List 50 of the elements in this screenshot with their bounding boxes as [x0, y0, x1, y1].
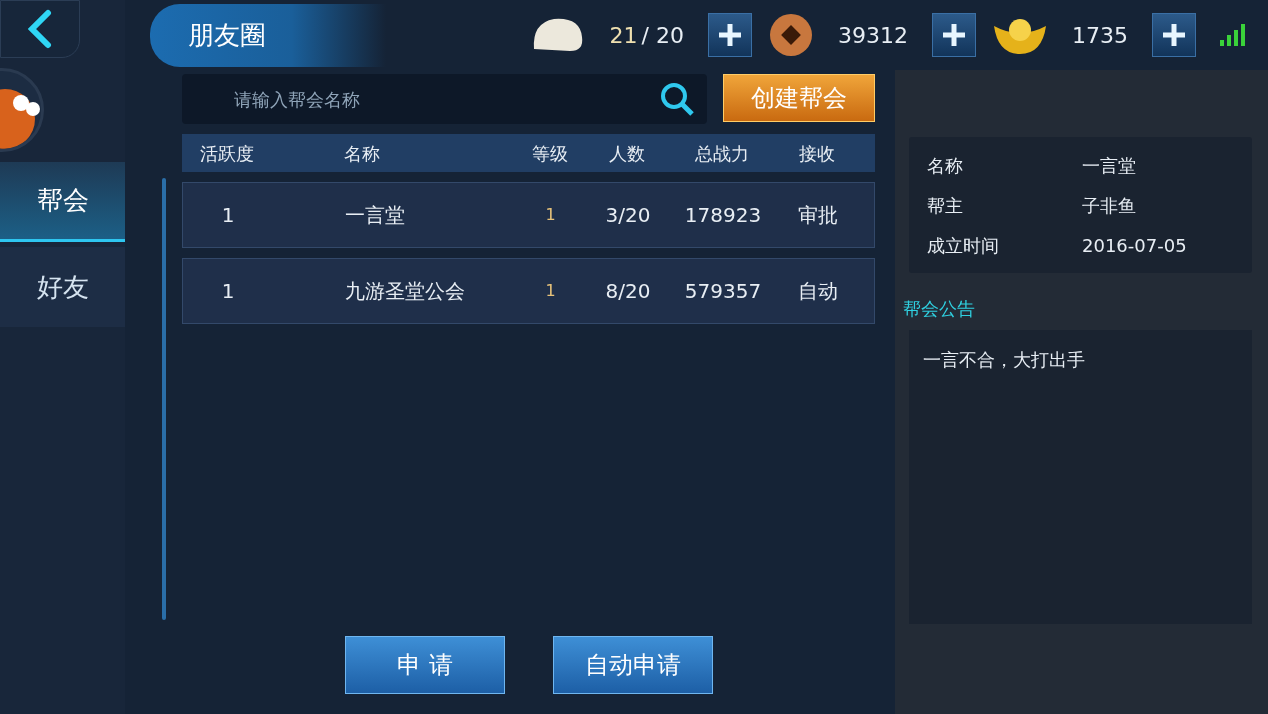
- resource-value: 21: [609, 21, 638, 50]
- coin-icon: [768, 12, 814, 58]
- field-label: 成立时间: [927, 233, 1000, 258]
- field-value: 2016-07-05: [1082, 233, 1187, 258]
- notice-title: 帮会公告: [903, 297, 976, 321]
- guild-row[interactable]: 1 一言堂 1 3/20 178923 审批: [182, 182, 875, 248]
- column-header: 等级: [530, 141, 569, 166]
- table-cell-text: 审批: [797, 202, 839, 229]
- table-cell-text: 1: [220, 202, 236, 229]
- table-cell-text: 1: [220, 278, 236, 305]
- column-header: 接收: [798, 141, 836, 166]
- field-value: 一言堂: [1082, 153, 1136, 178]
- resource-limit: / 20: [641, 21, 684, 50]
- action-button[interactable]: 自动申请: [553, 636, 713, 694]
- signal-icon: [1220, 24, 1246, 46]
- table-cell-text: 178923: [683, 202, 763, 229]
- plus-icon: [717, 22, 743, 48]
- search-input[interactable]: 请输入帮会名称: [232, 84, 632, 114]
- field-value: 子非鱼: [1082, 193, 1136, 218]
- plus-icon: [941, 22, 967, 48]
- back-chevron-icon: [26, 9, 54, 49]
- search-icon: [659, 81, 695, 117]
- table-cell-text: 一言堂: [344, 202, 406, 229]
- column-header: 总战力: [694, 141, 750, 166]
- page-title: 朋友圈: [150, 3, 386, 67]
- add-button[interactable]: [1152, 13, 1196, 57]
- table-cell-text: 1: [544, 204, 557, 226]
- action-button[interactable]: 申 请: [345, 636, 505, 694]
- resource-value: 39312: [838, 21, 908, 50]
- column-header: 人数: [608, 141, 646, 166]
- table-cell-text: 8/20: [604, 278, 652, 305]
- table-cell-text: 579357: [683, 278, 763, 305]
- column-header: 活跃度: [199, 141, 255, 166]
- guild-row[interactable]: 1 九游圣堂公会 1 8/20 579357 自动: [182, 258, 875, 324]
- table-cell-text: 九游圣堂公会: [344, 278, 466, 305]
- plus-icon: [1161, 22, 1187, 48]
- sidebar-tab[interactable]: 好友: [0, 247, 125, 327]
- table-cell-text: 自动: [797, 278, 839, 305]
- back-button[interactable]: [0, 0, 80, 58]
- resource-value: 1735: [1072, 21, 1128, 50]
- search-field[interactable]: 请输入帮会名称: [182, 74, 707, 124]
- sidebar-tab[interactable]: 帮会: [0, 162, 125, 242]
- add-button[interactable]: [932, 13, 976, 57]
- add-button[interactable]: [708, 13, 752, 57]
- table-cell-text: 1: [544, 280, 557, 302]
- field-label: 帮主: [927, 193, 964, 218]
- column-header: 名称: [343, 141, 381, 166]
- notice-text: 一言不合，大打出手: [923, 349, 1085, 370]
- field-label: 名称: [927, 153, 964, 178]
- table-cell-text: 3/20: [604, 202, 652, 229]
